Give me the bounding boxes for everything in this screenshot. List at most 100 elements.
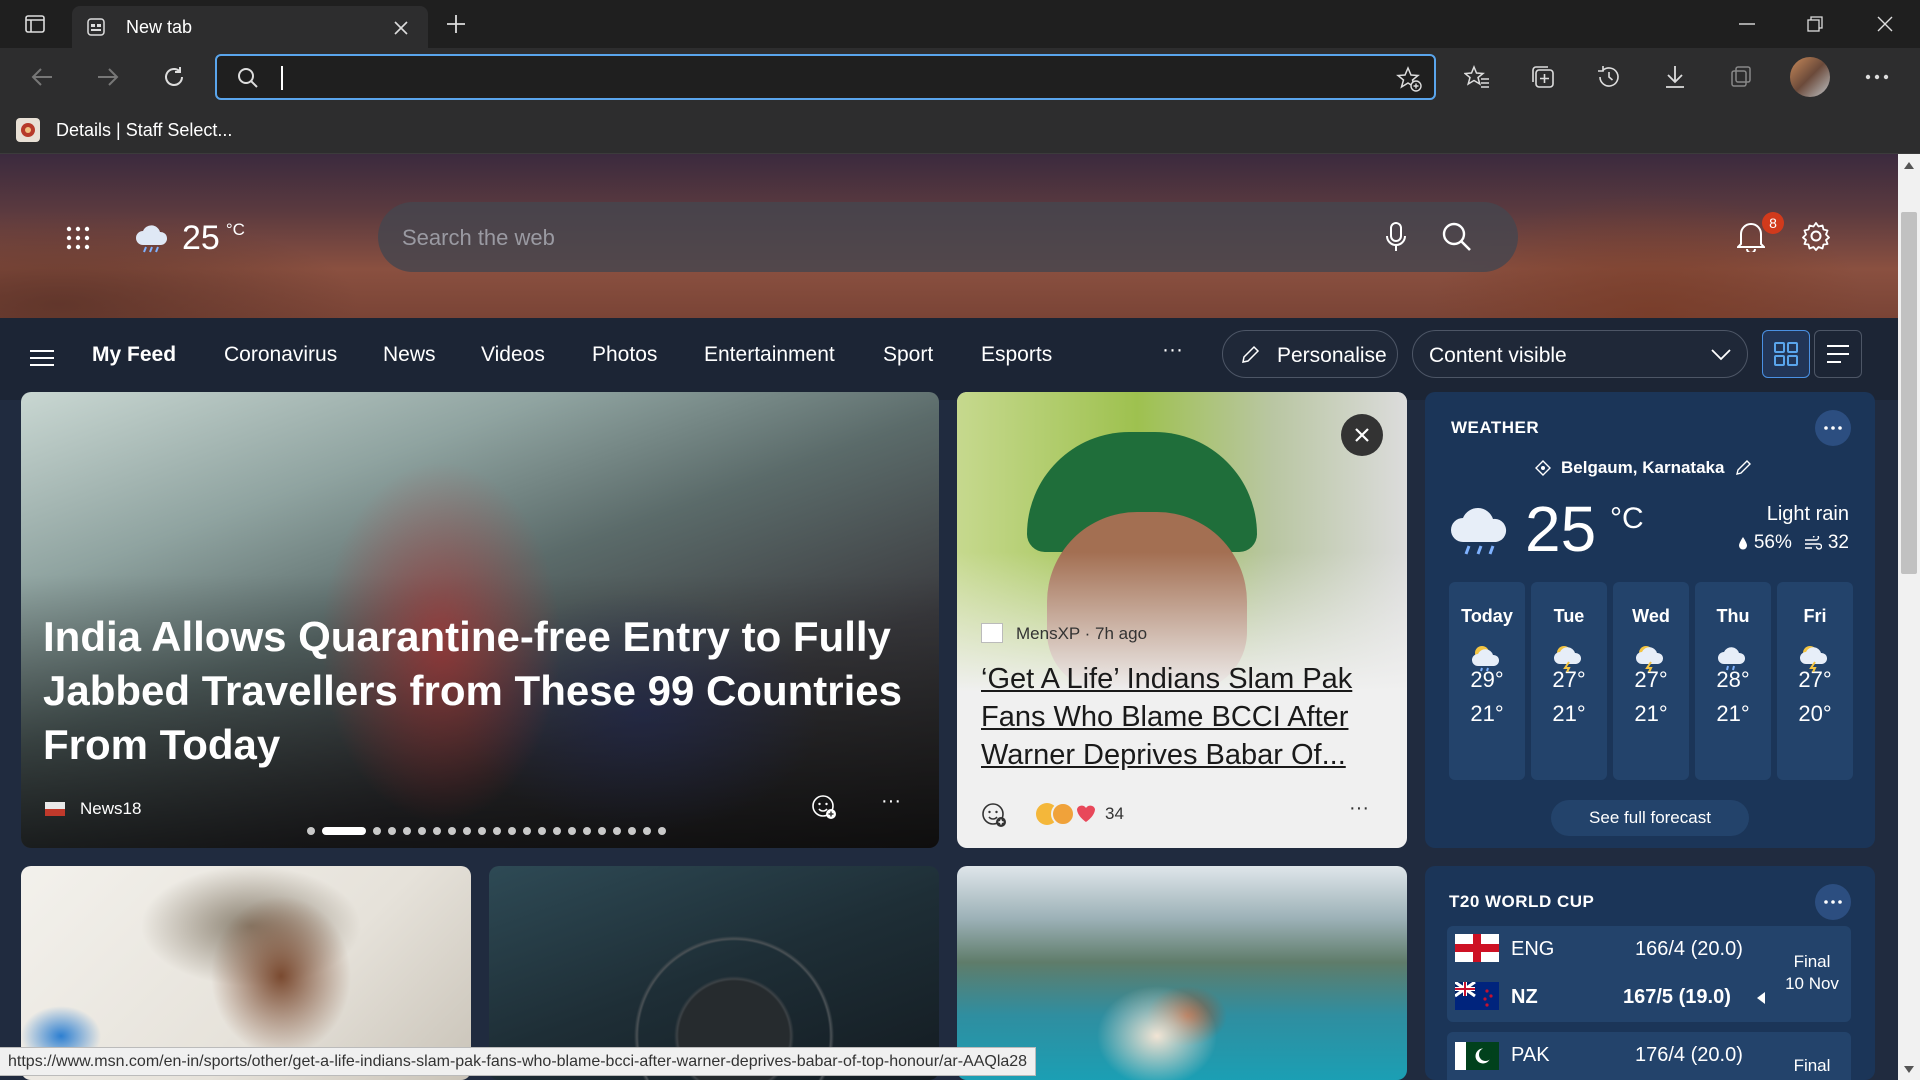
tab-my-feed[interactable]: My Feed bbox=[92, 343, 176, 367]
tab-esports[interactable]: Esports bbox=[981, 343, 1052, 367]
carousel-dot[interactable] bbox=[448, 827, 456, 835]
forecast-day[interactable]: Thu 28° 21° bbox=[1695, 582, 1771, 780]
search-submit-icon[interactable] bbox=[1440, 220, 1474, 254]
list-view-button[interactable] bbox=[1814, 330, 1862, 378]
story-source: MensXP · 7h ago bbox=[1016, 624, 1148, 643]
downloads-icon[interactable] bbox=[1658, 60, 1692, 94]
weather-location[interactable]: Belgaum, Karnataka bbox=[1535, 458, 1752, 478]
header-temp: 25 bbox=[182, 218, 220, 257]
carousel-dot[interactable] bbox=[493, 827, 501, 835]
carousel-dot[interactable] bbox=[418, 827, 426, 835]
settings-more-icon[interactable] bbox=[1860, 60, 1894, 94]
dismiss-story-icon[interactable] bbox=[1341, 414, 1383, 456]
carousel-dot[interactable] bbox=[478, 827, 486, 835]
carousel-dot[interactable] bbox=[403, 827, 411, 835]
microphone-icon[interactable] bbox=[1380, 220, 1412, 254]
carousel-dot[interactable] bbox=[628, 827, 636, 835]
carousel-dot[interactable] bbox=[307, 827, 315, 835]
tab-videos[interactable]: Videos bbox=[481, 343, 545, 367]
web-search-input[interactable]: Search the web bbox=[402, 225, 555, 251]
forecast-day[interactable]: Today 29° 21° bbox=[1449, 582, 1525, 780]
add-favorite-icon[interactable] bbox=[1393, 64, 1425, 94]
carousel-dot-active[interactable] bbox=[322, 827, 366, 835]
tab-sport[interactable]: Sport bbox=[883, 343, 933, 367]
story-headline[interactable]: ‘Get A Life’ Indians Slam Pak Fans Who B… bbox=[981, 660, 1385, 774]
thunderstorm-icon bbox=[1550, 642, 1588, 672]
forecast-day[interactable]: Wed 27° 21° bbox=[1613, 582, 1689, 780]
edit-location-icon[interactable] bbox=[1734, 459, 1752, 477]
favorites-bar: Details | Staff Select... bbox=[0, 106, 1920, 154]
location-label: Belgaum, Karnataka bbox=[1561, 458, 1725, 477]
carousel-dot[interactable] bbox=[613, 827, 621, 835]
carousel-dot[interactable] bbox=[373, 827, 381, 835]
carousel-dot[interactable] bbox=[583, 827, 591, 835]
carousel-dot[interactable] bbox=[508, 827, 516, 835]
collections-icon[interactable] bbox=[1526, 60, 1560, 94]
pakistan-flag-icon bbox=[1455, 1042, 1499, 1070]
forecast-day[interactable]: Tue 27° 21° bbox=[1531, 582, 1607, 780]
carousel-dot[interactable] bbox=[538, 827, 546, 835]
tab-coronavirus[interactable]: Coronavirus bbox=[224, 343, 337, 367]
favorites-icon[interactable] bbox=[1460, 60, 1494, 94]
scroll-down-icon[interactable] bbox=[1903, 1064, 1915, 1074]
close-window-icon[interactable] bbox=[1862, 10, 1908, 38]
story-image bbox=[957, 392, 1407, 692]
tab-actions-icon[interactable] bbox=[20, 10, 50, 38]
carousel-dot[interactable] bbox=[553, 827, 561, 835]
more-tabs-button[interactable]: ··· bbox=[1162, 338, 1183, 362]
new-tab-button[interactable] bbox=[442, 10, 470, 38]
notification-badge: 8 bbox=[1762, 212, 1784, 234]
history-icon[interactable] bbox=[1592, 60, 1626, 94]
carousel-dot[interactable] bbox=[643, 827, 651, 835]
forward-icon[interactable] bbox=[90, 62, 126, 92]
carousel-dot[interactable] bbox=[598, 827, 606, 835]
carousel-dot[interactable] bbox=[523, 827, 531, 835]
hero-story-card[interactable]: India Allows Quarantine-free Entry to Fu… bbox=[21, 392, 939, 848]
add-reaction-icon[interactable] bbox=[979, 800, 1009, 830]
tab-entertainment[interactable]: Entertainment bbox=[704, 343, 835, 367]
story-card[interactable]: MensXP · 7h ago ‘Get A Life’ Indians Sla… bbox=[957, 392, 1407, 848]
cricket-more-icon[interactable] bbox=[1815, 884, 1851, 920]
minimize-icon[interactable] bbox=[1724, 10, 1770, 38]
header-weather[interactable]: 25 °C bbox=[134, 218, 245, 258]
see-full-forecast-button[interactable]: See full forecast bbox=[1551, 800, 1749, 836]
web-search-box[interactable]: Search the web bbox=[378, 202, 1518, 272]
refresh-icon[interactable] bbox=[156, 61, 192, 93]
forecast-day[interactable]: Fri 27° 20° bbox=[1777, 582, 1853, 780]
close-tab-icon[interactable] bbox=[390, 17, 412, 39]
add-reaction-icon[interactable] bbox=[809, 792, 839, 822]
profile-avatar[interactable] bbox=[1790, 57, 1830, 97]
scroll-up-icon[interactable] bbox=[1903, 160, 1915, 170]
address-bar[interactable] bbox=[215, 54, 1436, 100]
grid-view-button[interactable] bbox=[1762, 330, 1810, 378]
carousel-dot[interactable] bbox=[658, 827, 666, 835]
tab-new-tab[interactable]: New tab bbox=[72, 6, 428, 48]
hero-story-more-button[interactable]: ··· bbox=[881, 790, 901, 813]
app-launcher-icon[interactable] bbox=[62, 222, 94, 254]
content-visible-dropdown[interactable]: Content visible bbox=[1412, 330, 1748, 378]
weather-more-icon[interactable] bbox=[1815, 410, 1851, 446]
new-tab-page: 25 °C Search the web 8 My Feed Coronavir… bbox=[0, 154, 1898, 1080]
restore-icon[interactable] bbox=[1792, 10, 1838, 38]
team1-score: 176/4 (20.0) bbox=[1635, 1044, 1743, 1066]
tab-news[interactable]: News bbox=[383, 343, 436, 367]
carousel-dots[interactable] bbox=[307, 827, 673, 835]
carousel-dot[interactable] bbox=[433, 827, 441, 835]
location-icon bbox=[1535, 460, 1551, 476]
tab-photos[interactable]: Photos bbox=[592, 343, 657, 367]
favorite-item[interactable]: Details | Staff Select... bbox=[16, 114, 232, 146]
page-settings-icon[interactable] bbox=[1798, 218, 1834, 254]
match-row[interactable]: PAK 176/4 (20.0) Final bbox=[1447, 1032, 1851, 1080]
personalise-button[interactable]: Personalise bbox=[1222, 330, 1398, 378]
menu-icon[interactable] bbox=[28, 344, 56, 372]
extensions-icon[interactable] bbox=[1724, 60, 1758, 94]
match-row[interactable]: ENG 166/4 (20.0) NZ 167/5 (19.0) Final 1… bbox=[1447, 926, 1851, 1022]
chevron-down-icon bbox=[1709, 344, 1733, 366]
carousel-dot[interactable] bbox=[463, 827, 471, 835]
back-icon[interactable] bbox=[24, 62, 60, 92]
carousel-dot[interactable] bbox=[568, 827, 576, 835]
carousel-dot[interactable] bbox=[388, 827, 396, 835]
story-more-button[interactable]: ··· bbox=[1349, 797, 1369, 820]
scrollbar[interactable] bbox=[1898, 154, 1920, 1080]
scrollbar-thumb[interactable] bbox=[1901, 212, 1917, 574]
